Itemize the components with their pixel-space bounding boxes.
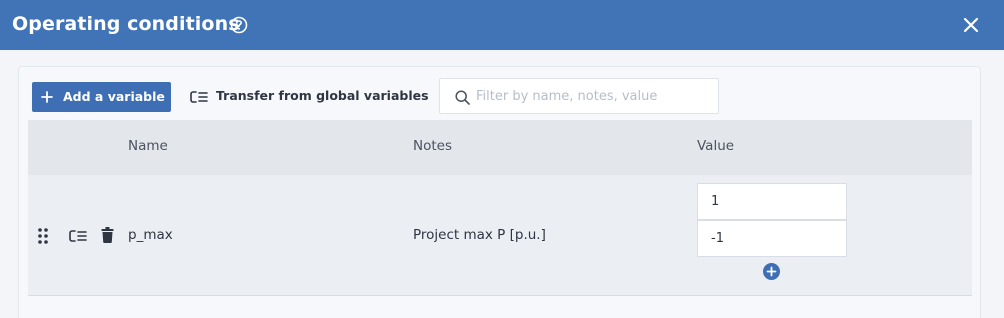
transfer-label: Transfer from global variables [216,88,429,103]
plus-icon [41,91,53,103]
transfer-icon[interactable] [69,230,87,242]
filter-input[interactable] [476,83,714,109]
help-icon[interactable] [230,16,248,34]
value-input[interactable] [697,183,847,220]
trash-icon[interactable] [101,227,114,243]
add-variable-button[interactable]: Add a variable [32,82,171,112]
drag-handle-icon[interactable] [37,227,49,245]
close-icon[interactable] [961,15,981,35]
column-header-name: Name [128,138,168,154]
search-icon [455,90,470,105]
variable-notes: Project max P [p.u.] [413,227,546,243]
table-header: Name Notes Value [28,120,972,175]
column-header-notes: Notes [413,138,452,154]
dialog-title: Operating conditions [12,13,240,35]
column-header-value: Value [697,138,735,154]
filter-search-box [439,78,719,114]
value-input[interactable] [697,220,847,257]
variable-name: p_max [128,227,173,243]
dialog-titlebar: Operating conditions [0,0,1004,50]
add-variable-label: Add a variable [63,89,165,104]
table-row: p_max Project max P [p.u.] [28,175,972,296]
transfer-icon [190,91,208,103]
add-value-icon[interactable] [763,263,780,280]
